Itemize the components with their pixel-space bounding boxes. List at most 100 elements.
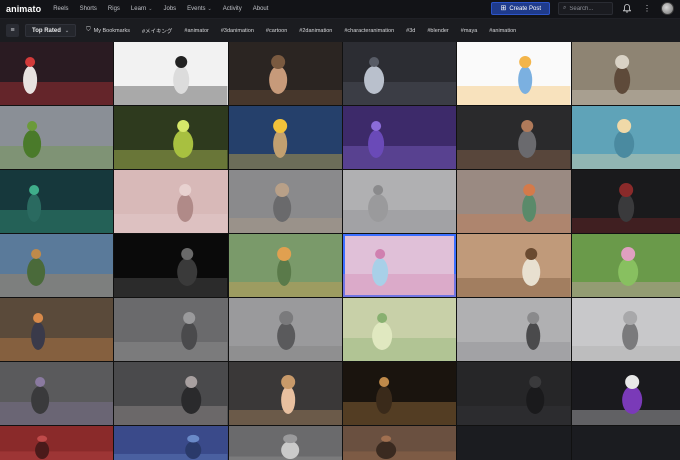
- reel-thumbnail[interactable]: [228, 42, 342, 105]
- tag-list: ⛉ My Bookmarks #メイキング #animator #3danimation…: [82, 25, 520, 37]
- reel-thumbnail[interactable]: [571, 426, 680, 460]
- reel-thumbnail[interactable]: [228, 298, 342, 361]
- reel-thumbnail[interactable]: [114, 106, 228, 169]
- search-box[interactable]: ⌕: [558, 2, 613, 15]
- reel-thumbnail[interactable]: [114, 298, 228, 361]
- nav-item-reels[interactable]: Reels: [53, 6, 68, 12]
- thumbnail-image: [342, 185, 457, 233]
- thumbnail-image: [457, 56, 571, 105]
- reel-thumbnail[interactable]: [342, 298, 457, 361]
- nav-item-rigs[interactable]: Rigs: [108, 6, 120, 12]
- nav-item-label: About: [252, 6, 269, 12]
- filter-bar: ≡ Top Rated ⌄ ⛉ My Bookmarks #メイキング #animat…: [0, 20, 680, 41]
- reel-thumbnail[interactable]: [228, 106, 342, 169]
- reel-thumbnail[interactable]: [228, 362, 342, 425]
- thumbnail-image: [228, 375, 342, 425]
- thumbnail-image: [342, 377, 457, 425]
- chevron-down-icon: ⌄: [207, 6, 212, 12]
- nav-item-about[interactable]: About: [253, 6, 269, 12]
- thumbnail-image: [571, 311, 680, 361]
- reel-thumbnail[interactable]: [571, 362, 680, 425]
- reel-thumbnail[interactable]: [571, 170, 680, 233]
- reel-thumbnail[interactable]: [457, 298, 571, 361]
- search-input[interactable]: [569, 5, 610, 12]
- nav-item-events[interactable]: Events ⌄: [187, 6, 212, 12]
- reel-thumbnail[interactable]: [457, 362, 571, 425]
- reel-thumbnail[interactable]: [0, 106, 114, 169]
- reel-thumbnail[interactable]: [571, 42, 680, 105]
- reel-thumbnail[interactable]: [114, 42, 228, 105]
- reel-thumbnail[interactable]: [228, 170, 342, 233]
- thumbnail-image: [457, 376, 571, 425]
- thumbnail-image: [114, 376, 228, 425]
- reel-thumbnail[interactable]: [571, 234, 680, 297]
- reel-thumbnail[interactable]: [0, 298, 114, 361]
- more-options-icon[interactable]: ⋮: [641, 3, 653, 15]
- create-post-button[interactable]: ⊞ Create Post: [491, 2, 550, 15]
- bookmarks-filter[interactable]: ⛉ My Bookmarks: [82, 25, 134, 37]
- reel-thumbnail[interactable]: [342, 362, 457, 425]
- chevron-down-icon: ⌄: [64, 27, 70, 34]
- reel-thumbnail[interactable]: [114, 234, 228, 297]
- thumbnail-image: [342, 121, 457, 169]
- reel-thumbnail[interactable]: [114, 426, 228, 460]
- tag-filter[interactable]: #3danimation: [217, 25, 258, 37]
- reel-thumbnail[interactable]: [342, 234, 457, 297]
- thumbnail-image: [342, 249, 457, 297]
- reel-thumbnail[interactable]: [457, 42, 571, 105]
- tag-filter[interactable]: #maya: [457, 25, 482, 37]
- reel-thumbnail[interactable]: [228, 234, 342, 297]
- tag-filter[interactable]: #animator: [180, 25, 212, 37]
- thumbnail-image: [228, 183, 342, 233]
- thumbnail-image: [114, 434, 228, 460]
- reel-thumbnail[interactable]: [114, 170, 228, 233]
- reel-thumbnail[interactable]: [0, 234, 114, 297]
- thumbnail-image: [228, 247, 342, 297]
- nav-item-label: Reels: [53, 6, 69, 12]
- nav-item-learn[interactable]: Learn ⌄: [131, 6, 153, 12]
- tag-label: #maya: [460, 27, 478, 34]
- reel-thumbnail[interactable]: [0, 170, 114, 233]
- tag-filter[interactable]: #2danimation: [295, 25, 336, 37]
- sort-dropdown[interactable]: Top Rated ⌄: [25, 24, 77, 37]
- thumbnail-image: [457, 120, 571, 169]
- notifications-bell-icon[interactable]: [621, 3, 633, 15]
- nav-item-label: Shorts: [79, 6, 97, 12]
- tag-label: #characteranimation: [344, 27, 395, 34]
- reel-thumbnail[interactable]: [228, 426, 342, 460]
- tag-filter[interactable]: #animation: [485, 25, 520, 37]
- reel-thumbnail[interactable]: [571, 106, 680, 169]
- filter-menu-icon[interactable]: ≡: [6, 24, 19, 37]
- tag-filter[interactable]: #cartoon: [262, 25, 291, 37]
- tag-label: #animation: [489, 27, 517, 34]
- nav-item-activity[interactable]: Activity: [223, 6, 242, 12]
- reel-thumbnail[interactable]: [342, 106, 457, 169]
- reel-thumbnail[interactable]: [571, 298, 680, 361]
- user-avatar[interactable]: [661, 2, 674, 15]
- chevron-down-icon: ⌄: [148, 6, 153, 12]
- nav-item-jobs[interactable]: Jobs: [163, 6, 176, 12]
- reel-thumbnail[interactable]: [342, 42, 457, 105]
- reel-thumbnail[interactable]: [457, 106, 571, 169]
- tag-filter[interactable]: #3d: [402, 25, 419, 37]
- reel-thumbnail[interactable]: [0, 42, 114, 105]
- reel-thumbnail[interactable]: [342, 426, 457, 460]
- reel-thumbnail[interactable]: [0, 362, 114, 425]
- reel-thumbnail[interactable]: [114, 362, 228, 425]
- reel-thumbnail[interactable]: [457, 426, 571, 460]
- thumbnail-image: [457, 184, 571, 233]
- top-navbar: animato Reels Shorts Rigs Learn ⌄ Jobs Events ⌄…: [0, 0, 680, 19]
- logo[interactable]: animato: [6, 4, 41, 14]
- tag-label: #blender: [427, 27, 449, 34]
- reel-thumbnail[interactable]: [342, 170, 457, 233]
- tag-filter[interactable]: #characteranimation: [340, 25, 398, 37]
- nav-item-label: Events: [187, 6, 206, 12]
- bookmark-icon: ⛉: [86, 27, 91, 33]
- tag-filter[interactable]: #メイキング: [138, 25, 176, 37]
- tag-filter[interactable]: #blender: [423, 25, 452, 37]
- reel-thumbnail[interactable]: [457, 170, 571, 233]
- reel-thumbnail[interactable]: [0, 426, 114, 460]
- reel-thumbnail[interactable]: [457, 234, 571, 297]
- nav-item-shorts[interactable]: Shorts: [80, 6, 97, 12]
- tag-label: My Bookmarks: [93, 27, 130, 34]
